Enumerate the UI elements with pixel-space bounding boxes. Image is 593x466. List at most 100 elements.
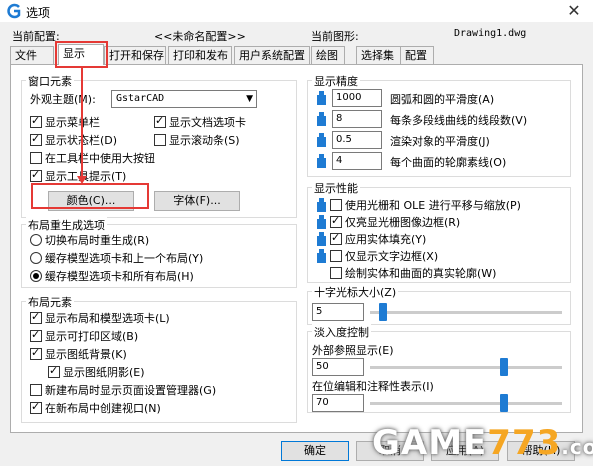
checkbox-box [30, 132, 42, 146]
show-page-setup-manager-checkbox[interactable]: 新建布局时显示页面设置管理器(G) [30, 383, 216, 397]
display-precision-group: 显示精度 1000 圆弧和圆的平滑度(A) 8 每条多段线曲线的线段数(V) 0… [307, 73, 571, 177]
show-doc-tabs-checkbox[interactable]: 显示文档选项卡 [154, 114, 246, 129]
show-paper-background-checkbox[interactable]: 显示图纸背景(K) [30, 346, 127, 361]
checkbox-label: 显示图纸阴影(E) [63, 366, 145, 379]
watermark-part1: GAME [372, 423, 488, 463]
polyline-segments-input[interactable]: 8 [332, 110, 382, 128]
checkbox-label: 在工具栏中使用大按钮 [45, 152, 155, 165]
show-statusbar-checkbox[interactable]: 显示状态栏(D) [30, 132, 117, 147]
watermark-logo: GAME773.com [372, 423, 593, 463]
tab-display[interactable]: 显示 [58, 44, 104, 65]
show-scrollbars-checkbox[interactable]: 显示滚动条(S) [154, 133, 240, 147]
checkbox-box [30, 400, 42, 414]
close-icon[interactable]: ✕ [555, 0, 593, 22]
checkbox-box [330, 214, 342, 228]
tab-profiles[interactable]: 配置 [400, 46, 434, 64]
show-tooltips-checkbox[interactable]: 显示工具提示(T) [30, 168, 126, 183]
radio-dot [30, 270, 42, 282]
tab-plot-publish[interactable]: 打印和发布 [168, 46, 232, 64]
checkbox-label: 显示滚动条(S) [169, 134, 240, 147]
show-printable-area-checkbox[interactable]: 显示可打印区域(B) [30, 328, 138, 343]
theme-value: GstarCAD [116, 93, 165, 104]
raster-ole-pan-checkbox[interactable]: 使用光栅和 OLE 进行平移与缩放(P) [330, 198, 521, 212]
checkbox-box [30, 310, 42, 324]
layout-elements-title: 布局元素 [26, 294, 74, 310]
performance-icon [317, 198, 326, 212]
checkbox-box [30, 168, 42, 182]
checkbox-box [48, 364, 60, 378]
checkbox-box [330, 199, 342, 211]
inplace-fade-input[interactable]: 70 [312, 394, 364, 412]
checkbox-label: 使用光栅和 OLE 进行平移与缩放(P) [345, 199, 521, 212]
show-paper-shadow-checkbox[interactable]: 显示图纸阴影(E) [48, 364, 145, 379]
contour-lines-label: 每个曲面的轮廓素线(O) [390, 156, 507, 169]
performance-icon [317, 215, 326, 229]
current-drawing-value: Drawing1.dwg [454, 28, 527, 39]
tab-user-preferences[interactable]: 用户系统配置 [234, 46, 310, 64]
performance-icon [317, 249, 326, 263]
fade-control-group: 淡入度控制 外部参照显示(E) 50 在位编辑和注释性表示(I) 70 [307, 324, 571, 413]
arc-smoothness-input[interactable]: 1000 [332, 89, 382, 107]
contour-lines-input[interactable]: 4 [332, 152, 382, 170]
show-menubar-checkbox[interactable]: 显示菜单栏 [30, 114, 100, 129]
crosshair-title: 十字光标大小(Z) [312, 284, 399, 300]
crosshair-slider-track[interactable] [370, 311, 562, 314]
radio-label: 切换布局时重生成(R) [45, 234, 150, 247]
xref-fade-label: 外部参照显示(E) [312, 344, 394, 357]
xref-fade-input[interactable]: 50 [312, 358, 364, 376]
large-buttons-checkbox[interactable]: 在工具栏中使用大按钮 [30, 151, 155, 165]
ok-button[interactable]: 确定 [281, 441, 349, 461]
radio-dot [30, 234, 42, 246]
show-layout-tabs-checkbox[interactable]: 显示布局和模型选项卡(L) [30, 310, 170, 325]
inplace-fade-label: 在位编辑和注释性表示(I) [312, 380, 434, 393]
highlight-raster-frame-checkbox[interactable]: 仅亮显光栅图像边框(R) [330, 214, 461, 229]
checkbox-label: 仅亮显光栅图像边框(R) [345, 216, 461, 229]
solid-fill-checkbox[interactable]: 应用实体填充(Y) [330, 231, 426, 246]
text-frame-only-checkbox[interactable]: 仅显示文字边框(X) [330, 249, 438, 263]
true-silhouette-checkbox[interactable]: 绘制实体和曲面的真实轮廓(W) [330, 266, 496, 280]
title-bar: 选项 ✕ [0, 0, 593, 22]
regen-on-switch-radio[interactable]: 切换布局时重生成(R) [30, 233, 149, 247]
checkbox-label: 显示布局和模型选项卡(L) [45, 312, 170, 325]
tab-drafting[interactable]: 绘图 [311, 46, 345, 64]
display-precision-title: 显示精度 [312, 73, 360, 89]
tab-files[interactable]: 文件 [10, 46, 54, 64]
checkbox-label: 新建布局时显示页面设置管理器(G) [45, 384, 217, 397]
chevron-down-icon: ▼ [246, 94, 253, 104]
crosshair-slider-thumb[interactable] [379, 303, 387, 321]
cache-model-last-layout-radio[interactable]: 缓存模型选项卡和上一个布局(Y) [30, 251, 203, 265]
checkbox-box [330, 250, 342, 262]
watermark-part2: 773 [487, 423, 562, 463]
xref-fade-slider-thumb[interactable] [500, 358, 508, 376]
display-tab-panel: 窗口元素 外观主题(M): GstarCAD ▼ 显示菜单栏 显示文档选项卡 显… [10, 64, 583, 433]
radio-label: 缓存模型选项卡和上一个布局(Y) [45, 252, 204, 265]
checkbox-label: 显示文档选项卡 [169, 116, 246, 129]
crosshair-group: 十字光标大小(Z) 5 [307, 284, 571, 325]
checkbox-box [30, 152, 42, 164]
precision-icon [317, 133, 326, 147]
create-viewport-checkbox[interactable]: 在新布局中创建视口(N) [30, 400, 161, 415]
checkbox-box [154, 134, 166, 146]
theme-select[interactable]: GstarCAD ▼ [111, 90, 257, 108]
cache-model-all-layouts-radio[interactable]: 缓存模型选项卡和所有布局(H) [30, 269, 194, 283]
window-title: 选项 [26, 6, 51, 20]
display-performance-group: 显示性能 使用光栅和 OLE 进行平移与缩放(P) 仅亮显光栅图像边框(R) 应… [307, 180, 571, 283]
inplace-fade-slider-track[interactable] [370, 402, 562, 405]
checkbox-box [330, 267, 342, 279]
current-config-label: 当前配置: [12, 30, 60, 43]
tab-selection[interactable]: 选择集 [356, 46, 402, 64]
polyline-segments-label: 每条多段线曲线的线段数(V) [390, 114, 528, 127]
crosshair-size-input[interactable]: 5 [312, 303, 364, 321]
current-config-value: <<未命名配置>> [154, 30, 246, 43]
inplace-fade-slider-thumb[interactable] [500, 394, 508, 412]
tab-open-save[interactable]: 打开和保存 [104, 46, 166, 64]
checkbox-box [30, 114, 42, 128]
checkbox-box [30, 346, 42, 360]
theme-label: 外观主题(M): [30, 93, 96, 106]
precision-icon [317, 91, 326, 105]
render-smoothness-input[interactable]: 0.5 [332, 131, 382, 149]
checkbox-box [154, 114, 166, 128]
font-button[interactable]: 字体(F)... [154, 191, 240, 211]
xref-fade-slider-track[interactable] [370, 366, 562, 369]
checkbox-label: 仅显示文字边框(X) [345, 250, 439, 263]
